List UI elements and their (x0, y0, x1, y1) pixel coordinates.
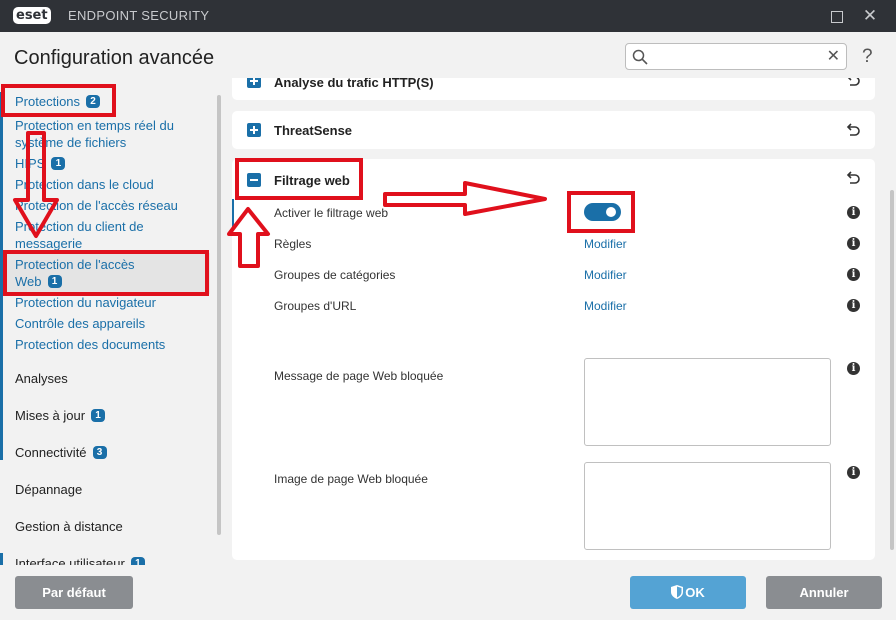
info-icon[interactable]: i (847, 237, 860, 250)
expand-icon[interactable] (247, 123, 261, 137)
sidebar-item-cloud[interactable]: Protection dans le cloud (15, 176, 154, 193)
sidebar-item-updates[interactable]: Mises à jour 1 (15, 407, 106, 424)
sidebar-item-protections[interactable]: Protections 2 (15, 93, 101, 110)
sidebar-bar-ui (0, 553, 3, 565)
info-icon[interactable]: i (847, 466, 860, 479)
section-threatsense[interactable]: ThreatSense (232, 111, 875, 149)
close-icon[interactable]: ✕ (860, 6, 880, 26)
sidebar-active-bar (0, 92, 3, 444)
category-groups-edit-link[interactable]: Modifier (584, 268, 627, 282)
sidebar-item-web-access[interactable]: Protection de l'accès Web 1 (15, 256, 135, 290)
default-button[interactable]: Par défaut (15, 576, 133, 609)
info-icon[interactable]: i (847, 268, 860, 281)
info-icon[interactable]: i (847, 299, 860, 312)
ok-button[interactable]: OK (630, 576, 746, 609)
sidebar-item-troubleshooting[interactable]: Dépannage (15, 481, 82, 498)
sidebar-bar-updates (0, 405, 3, 423)
maximize-icon[interactable] (826, 6, 846, 26)
undo-icon[interactable] (844, 169, 862, 187)
section-title: Filtrage web (274, 173, 350, 188)
section-web-filtering: Filtrage web Activer le filtrage web i R… (232, 159, 875, 560)
active-row-indicator (232, 199, 234, 227)
section-title: Analyse du trafic HTTP(S) (274, 78, 434, 90)
section-http[interactable]: Analyse du trafic HTTP(S) (232, 78, 875, 100)
blocked-page-message-field[interactable] (584, 358, 831, 446)
sidebar-scrollbar[interactable] (217, 95, 221, 535)
sidebar-item-mail[interactable]: Protection du client de messagerie (15, 218, 144, 252)
sidebar-item-devices[interactable]: Contrôle des appareils (15, 315, 145, 332)
row-label: Règles (274, 237, 312, 251)
sidebar-item-network[interactable]: Protection de l'accès réseau (15, 197, 178, 214)
sidebar-item-scans[interactable]: Analyses (15, 370, 68, 387)
rules-edit-link[interactable]: Modifier (584, 237, 627, 251)
section-title: ThreatSense (274, 123, 353, 138)
shield-icon (671, 585, 684, 599)
sidebar-item-ui[interactable]: Interface utilisateur 1 (15, 555, 145, 565)
sidebar-item-remote[interactable]: Gestion à distance (15, 518, 123, 535)
title-bar: eset ENDPOINT SECURITY ✕ (0, 0, 896, 32)
sidebar-item-hips[interactable]: HIPS 1 (15, 155, 66, 172)
app-title: ENDPOINT SECURITY (68, 8, 210, 23)
web-filtering-toggle[interactable] (584, 203, 621, 221)
sidebar-item-connectivity[interactable]: Connectivité 3 (15, 444, 107, 461)
search-icon (632, 49, 648, 65)
info-icon[interactable]: i (847, 362, 860, 375)
info-icon[interactable]: i (847, 206, 860, 219)
content-scrollbar[interactable] (890, 190, 894, 550)
search-box[interactable]: ✕ (625, 43, 847, 70)
eset-logo: eset (13, 7, 51, 24)
row-label: Groupes de catégories (274, 268, 396, 282)
undo-icon[interactable] (844, 78, 862, 89)
sidebar-bar-connectivity (0, 442, 3, 460)
sidebar: Protections 2 Protection en temps réel du… (0, 80, 225, 565)
sidebar-item-browser[interactable]: Protection du navigateur (15, 294, 156, 311)
row-label: Image de page Web bloquée (274, 472, 428, 486)
collapse-icon[interactable] (247, 173, 261, 187)
sidebar-item-documents[interactable]: Protection des documents (15, 336, 165, 353)
expand-icon[interactable] (247, 78, 261, 88)
search-input[interactable] (654, 47, 820, 67)
row-label: Message de page Web bloquée (274, 369, 444, 383)
row-label: Groupes d'URL (274, 299, 357, 313)
content-panel: Analyse du trafic HTTP(S) ThreatSense Fi… (232, 78, 875, 563)
help-icon[interactable]: ? (862, 46, 873, 68)
row-label: Activer le filtrage web (274, 206, 389, 220)
blocked-page-image-field[interactable] (584, 462, 831, 550)
url-groups-edit-link[interactable]: Modifier (584, 299, 627, 313)
undo-icon[interactable] (844, 121, 862, 139)
ok-label: OK (685, 585, 705, 600)
page-title: Configuration avancée (14, 47, 215, 69)
sidebar-item-realtime-protection[interactable]: Protection en temps réel du système de fi… (15, 117, 174, 151)
cancel-button[interactable]: Annuler (766, 576, 882, 609)
clear-search-icon[interactable]: ✕ (827, 47, 840, 67)
